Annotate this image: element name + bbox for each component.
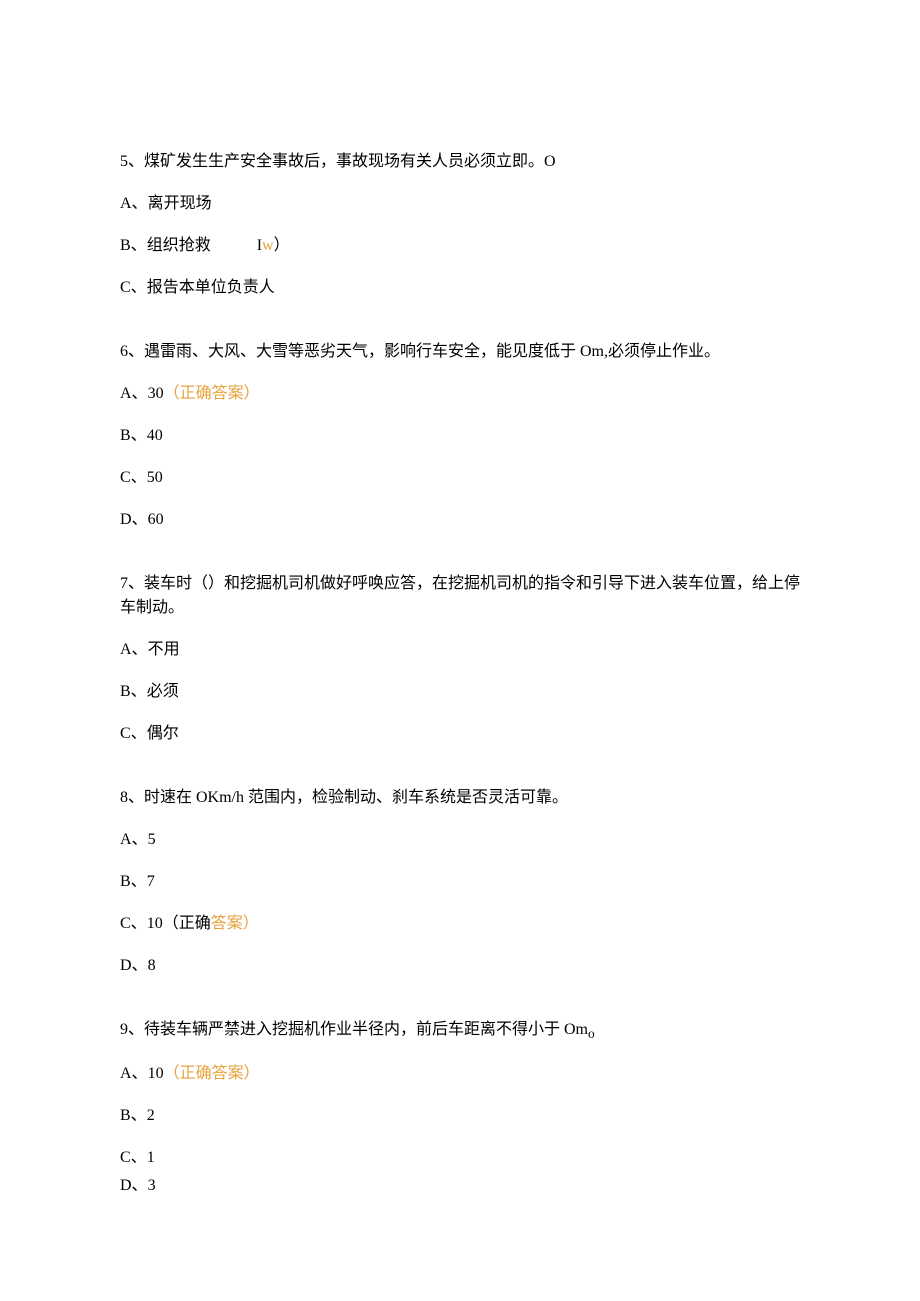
option-label: A、 bbox=[120, 1065, 148, 1082]
option-value: 10 bbox=[147, 915, 163, 932]
question-number: 9 bbox=[120, 1021, 128, 1038]
question-block-7: 7、装车时（）和挖掘机司机做好呼唤应答，在挖掘机司机的指令和引导下进入装车位置，… bbox=[120, 572, 800, 746]
option-a: A、30（正确答案） bbox=[120, 382, 800, 406]
option-value: 偶尔 bbox=[147, 725, 179, 742]
question-block-6: 6、遇雷雨、大风、大雪等恶劣天气，影响行车安全，能见度低于 Om,必须停止作业。… bbox=[120, 340, 800, 532]
option-value: 3 bbox=[148, 1177, 156, 1194]
option-d: D、3 bbox=[120, 1174, 800, 1198]
question-content: 、遇雷雨、大风、大雪等恶劣天气，影响行车安全，能见度低于 Om,必须停止作业。 bbox=[128, 343, 720, 360]
correct-answer-marker: （正确答案） bbox=[164, 1065, 260, 1082]
option-value: 1 bbox=[147, 1149, 155, 1166]
question-number: 7 bbox=[120, 575, 128, 592]
question-block-9: 9、待装车辆严禁进入挖掘机作业半径内，前后车距离不得小于 Omo A、10（正确… bbox=[120, 1018, 800, 1198]
option-a: A、不用 bbox=[120, 638, 800, 662]
option-value: 5 bbox=[148, 831, 156, 848]
option-d: D、60 bbox=[120, 508, 800, 532]
option-label: D、 bbox=[120, 511, 148, 528]
correct-answer-marker: （正确答案） bbox=[163, 915, 259, 932]
option-label: C、 bbox=[120, 469, 147, 486]
option-value: 组织抢救 bbox=[147, 237, 211, 254]
option-value: 40 bbox=[147, 427, 163, 444]
option-value: 8 bbox=[148, 957, 156, 974]
question-number: 5 bbox=[120, 153, 128, 170]
question-content: 、时速在 OKm/h 范围内，检验制动、刹车系统是否灵活可靠。 bbox=[128, 789, 568, 806]
option-a: A、离开现场 bbox=[120, 192, 800, 216]
option-c: C、报告本单位负责人 bbox=[120, 276, 800, 300]
question-number: 8 bbox=[120, 789, 128, 806]
option-value: 报告本单位负责人 bbox=[147, 279, 275, 296]
option-value: 50 bbox=[147, 469, 163, 486]
option-value: 不用 bbox=[148, 641, 180, 658]
option-value: 30 bbox=[148, 385, 164, 402]
option-value: 离开现场 bbox=[148, 195, 212, 212]
option-label: C、 bbox=[120, 279, 147, 296]
option-label: B、 bbox=[120, 427, 147, 444]
option-label: C、 bbox=[120, 915, 147, 932]
question-content: 、待装车辆严禁进入挖掘机作业半径内，前后车距离不得小于 Om bbox=[128, 1021, 588, 1038]
option-marker: Iw） bbox=[257, 237, 290, 254]
option-label: A、 bbox=[120, 385, 148, 402]
option-value: 60 bbox=[148, 511, 164, 528]
question-text: 5、煤矿发生生产安全事故后，事故现场有关人员必须立即。O bbox=[120, 150, 800, 174]
correct-answer-marker: （正确答案） bbox=[164, 385, 260, 402]
option-label: D、 bbox=[120, 957, 148, 974]
question-text: 9、待装车辆严禁进入挖掘机作业半径内，前后车距离不得小于 Omo bbox=[120, 1018, 800, 1044]
option-c: C、1 bbox=[120, 1146, 800, 1170]
option-label: A、 bbox=[120, 195, 148, 212]
option-b: B、必须 bbox=[120, 680, 800, 704]
question-text: 8、时速在 OKm/h 范围内，检验制动、刹车系统是否灵活可靠。 bbox=[120, 786, 800, 810]
option-c: C、偶尔 bbox=[120, 722, 800, 746]
question-content: 、装车时（）和挖掘机司机做好呼唤应答，在挖掘机司机的指令和引导下进入装车位置，给… bbox=[120, 575, 800, 616]
option-value: 2 bbox=[147, 1107, 155, 1124]
option-b: B、7 bbox=[120, 870, 800, 894]
option-label: D、 bbox=[120, 1177, 148, 1194]
question-subscript: o bbox=[588, 1026, 595, 1041]
option-d: D、8 bbox=[120, 954, 800, 978]
option-c: C、10（正确答案） bbox=[120, 912, 800, 936]
option-label: A、 bbox=[120, 831, 148, 848]
option-b: B、组织抢救 Iw） bbox=[120, 234, 800, 258]
question-block-5: 5、煤矿发生生产安全事故后，事故现场有关人员必须立即。O A、离开现场 B、组织… bbox=[120, 150, 800, 300]
question-content: 、煤矿发生生产安全事故后，事故现场有关人员必须立即。O bbox=[128, 153, 556, 170]
option-label: C、 bbox=[120, 1149, 147, 1166]
option-a: A、5 bbox=[120, 828, 800, 852]
option-label: B、 bbox=[120, 683, 147, 700]
question-number: 6 bbox=[120, 343, 128, 360]
option-b: B、2 bbox=[120, 1104, 800, 1128]
option-label: B、 bbox=[120, 237, 147, 254]
option-label: B、 bbox=[120, 873, 147, 890]
option-value: 必须 bbox=[147, 683, 179, 700]
option-label: C、 bbox=[120, 725, 147, 742]
option-b: B、40 bbox=[120, 424, 800, 448]
option-label: B、 bbox=[120, 1107, 147, 1124]
option-value: 7 bbox=[147, 873, 155, 890]
option-value: 10 bbox=[148, 1065, 164, 1082]
option-label: A、 bbox=[120, 641, 148, 658]
question-text: 6、遇雷雨、大风、大雪等恶劣天气，影响行车安全，能见度低于 Om,必须停止作业。 bbox=[120, 340, 800, 364]
question-text: 7、装车时（）和挖掘机司机做好呼唤应答，在挖掘机司机的指令和引导下进入装车位置，… bbox=[120, 572, 800, 620]
question-block-8: 8、时速在 OKm/h 范围内，检验制动、刹车系统是否灵活可靠。 A、5 B、7… bbox=[120, 786, 800, 978]
option-c: C、50 bbox=[120, 466, 800, 490]
option-a: A、10（正确答案） bbox=[120, 1062, 800, 1086]
